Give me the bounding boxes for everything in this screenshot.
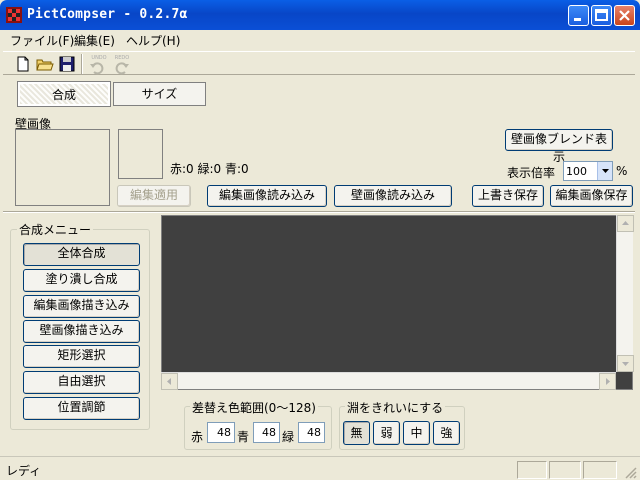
window-title: PictCompser - 0.2.7α xyxy=(27,7,188,22)
draw-wallpaper-button[interactable]: 壁画像描き込み xyxy=(23,320,140,343)
status-panel xyxy=(549,461,581,479)
green-label: 緑 xyxy=(282,430,295,444)
edge-weak-button[interactable]: 弱 xyxy=(373,421,400,445)
scroll-down-button[interactable] xyxy=(617,355,634,372)
color-readout: 赤:0 緑:0 青:0 xyxy=(170,162,249,176)
edge-smoothing-title: 淵をきれいにする xyxy=(345,399,446,416)
open-folder-icon[interactable] xyxy=(35,54,55,74)
compose-all-button[interactable]: 全体合成 xyxy=(23,243,140,266)
load-wallpaper-button[interactable]: 壁画像読み込み xyxy=(334,185,452,207)
maximize-icon xyxy=(595,9,608,21)
image-canvas[interactable] xyxy=(161,215,633,390)
scroll-left-button[interactable] xyxy=(161,373,178,390)
scroll-right-button[interactable] xyxy=(599,373,616,390)
chevron-right-icon xyxy=(606,378,610,385)
green-range-input[interactable]: 48 xyxy=(298,422,325,443)
menu-help[interactable]: ヘルプ(H) xyxy=(126,32,180,49)
menu-file[interactable]: ファイル(F) xyxy=(10,32,74,49)
color-range-title: 差替え色範囲(0〜128) xyxy=(190,399,318,416)
chevron-up-icon xyxy=(622,221,629,225)
status-text: レディ xyxy=(6,464,42,478)
blue-range-input[interactable]: 48 xyxy=(253,422,280,443)
free-select-button[interactable]: 自由選択 xyxy=(23,371,140,394)
wallpaper-preview xyxy=(15,129,110,206)
menu-edit[interactable]: 編集(E) xyxy=(74,32,115,49)
zoom-label: 表示倍率 xyxy=(507,166,556,180)
save-icon[interactable] xyxy=(57,54,77,74)
zoom-dropdown-button[interactable] xyxy=(597,162,612,180)
minimize-icon xyxy=(574,18,581,21)
vertical-scrollbar[interactable] xyxy=(616,215,634,372)
edge-none-button[interactable]: 無 xyxy=(343,421,370,445)
tab-size[interactable]: サイズ xyxy=(113,82,206,106)
color-swatch xyxy=(118,129,163,179)
redo-icon xyxy=(115,62,129,75)
maximize-button[interactable] xyxy=(591,5,612,26)
menu-bar: ファイル(F) 編集(E) ヘルプ(H) xyxy=(0,30,640,50)
blue-label: 青 xyxy=(237,430,250,444)
resize-grip-icon[interactable] xyxy=(624,466,637,479)
app-icon xyxy=(6,7,22,23)
compose-menu-title: 合成メニュー xyxy=(17,221,94,238)
red-label: 赤 xyxy=(191,430,204,444)
zoom-unit: % xyxy=(616,164,628,178)
close-icon xyxy=(619,10,630,21)
status-panel xyxy=(583,461,617,479)
status-panel xyxy=(517,461,547,479)
load-edit-image-button[interactable]: 編集画像読み込み xyxy=(207,185,327,207)
section-divider xyxy=(3,211,635,213)
chevron-down-icon xyxy=(602,169,609,173)
status-bar: レディ xyxy=(0,456,640,480)
overwrite-save-button[interactable]: 上書き保存 xyxy=(472,185,544,207)
save-edit-image-button[interactable]: 編集画像保存 xyxy=(550,185,633,207)
redo-button[interactable]: REDO xyxy=(111,54,131,75)
wallpaper-blend-button[interactable]: 壁画像ブレンド表示 xyxy=(505,129,613,164)
rect-select-button[interactable]: 矩形選択 xyxy=(23,345,140,368)
apply-edit-button[interactable]: 編集適用 xyxy=(117,185,191,207)
position-adjust-button[interactable]: 位置調節 xyxy=(23,397,140,420)
red-range-input[interactable]: 48 xyxy=(207,422,235,443)
edge-medium-button[interactable]: 中 xyxy=(403,421,430,445)
minimize-button[interactable] xyxy=(568,5,589,26)
fill-compose-button[interactable]: 塗り潰し合成 xyxy=(23,269,140,292)
zoom-value: 100 xyxy=(566,165,587,178)
close-button[interactable] xyxy=(614,5,635,26)
undo-icon xyxy=(90,62,104,75)
scroll-up-button[interactable] xyxy=(617,215,634,232)
toolbar-separator xyxy=(81,54,83,74)
undo-button[interactable]: UNDO xyxy=(88,54,108,75)
new-file-icon[interactable] xyxy=(13,54,33,74)
toolbar: UNDO REDO xyxy=(3,51,635,75)
title-bar[interactable]: PictCompser - 0.2.7α xyxy=(0,0,640,30)
chevron-left-icon xyxy=(167,378,171,385)
horizontal-scrollbar[interactable] xyxy=(161,372,616,390)
tab-compose[interactable]: 合成 xyxy=(17,81,111,107)
draw-edit-image-button[interactable]: 編集画像描き込み xyxy=(23,295,140,318)
edge-strong-button[interactable]: 強 xyxy=(433,421,460,445)
zoom-select[interactable]: 100 xyxy=(563,161,613,181)
chevron-down-icon xyxy=(622,362,629,366)
